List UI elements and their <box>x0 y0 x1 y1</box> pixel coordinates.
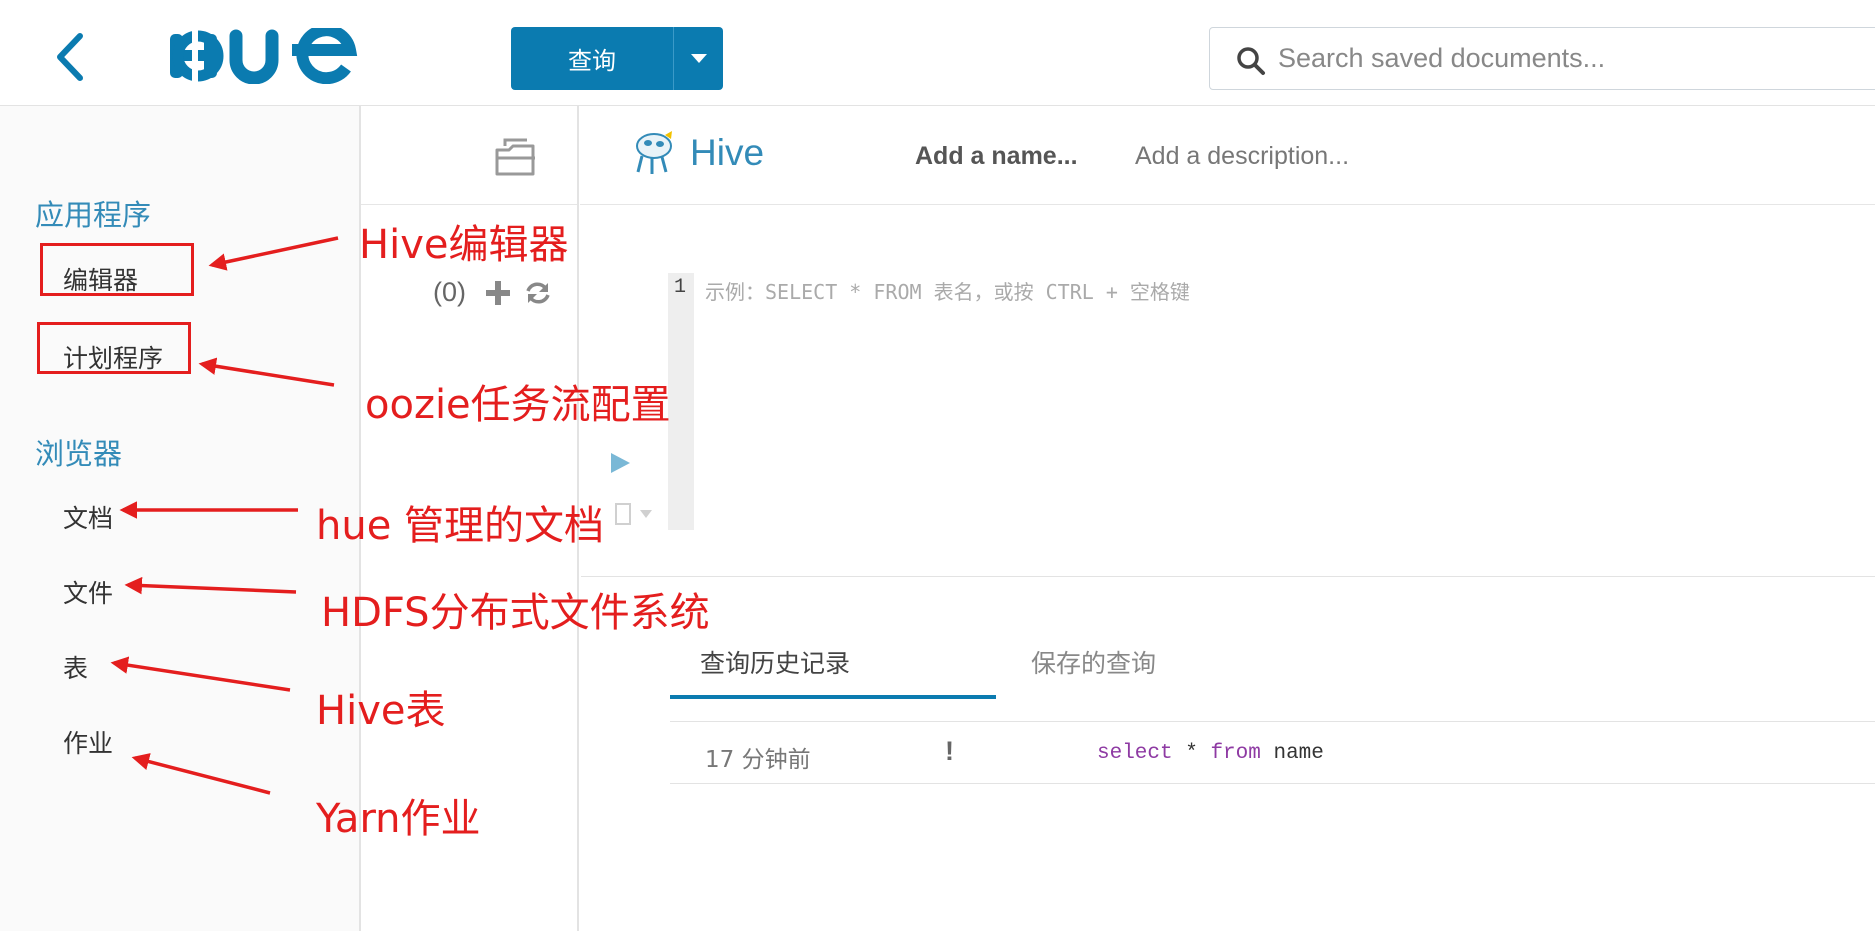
line-number: 1 <box>674 276 687 299</box>
query-caret[interactable] <box>674 27 723 90</box>
play-icon[interactable] <box>608 451 632 475</box>
history-query[interactable]: select * from name <box>1097 742 1324 765</box>
query-dropdown-button[interactable]: 查询 <box>511 27 723 90</box>
editor-divider <box>581 576 1875 577</box>
back-chevron-icon[interactable] <box>50 30 90 84</box>
plus-icon[interactable] <box>485 280 511 306</box>
search-box[interactable] <box>1209 27 1875 90</box>
history-status-icon: ! <box>945 736 954 766</box>
sql-keyword-from: from <box>1210 742 1261 765</box>
tab-query-history[interactable]: 查询历史记录 <box>700 644 850 680</box>
history-time: 17 分钟前 <box>705 747 811 773</box>
sidebar-item-files[interactable]: 文件 <box>63 574 113 610</box>
annotation-oozie: oozie任务流配置 <box>365 382 671 428</box>
apps-section-title: 应用程序 <box>35 198 152 232</box>
highlight-box-editor <box>40 243 194 296</box>
editor-header: Hive Add a name... Add a description... <box>580 106 1875 205</box>
sidebar-item-tables[interactable]: 表 <box>63 649 88 685</box>
sql-star: * <box>1172 742 1211 765</box>
editor-gutter <box>668 273 694 530</box>
editor-type-title: Hive <box>690 132 765 173</box>
sidebar-item-jobs[interactable]: 作业 <box>63 724 113 760</box>
sidebar: 应用程序 编辑器 计划程序 浏览器 文档 文件 表 作业 <box>0 106 361 931</box>
assist-panel-header <box>361 106 577 205</box>
annotation-documents: hue 管理的文档 <box>316 503 605 549</box>
sql-keyword-select: select <box>1097 742 1173 765</box>
annotation-hive-table: Hive表 <box>316 688 446 734</box>
settings-toggle-icon[interactable] <box>612 500 656 530</box>
query-count: (0) <box>433 277 466 307</box>
search-icon <box>1237 47 1265 75</box>
search-input[interactable] <box>1278 28 1838 89</box>
query-editor[interactable]: 示例：SELECT * FROM 表名，或按 CTRL + 空格键 <box>705 276 1190 305</box>
add-name-field[interactable]: Add a name... <box>915 142 1078 171</box>
annotation-hdfs: HDFS分布式文件系统 <box>321 590 710 636</box>
add-description-field[interactable]: Add a description... <box>1135 142 1349 171</box>
hue-logo[interactable] <box>168 28 363 84</box>
active-tab-underline <box>670 695 996 699</box>
hive-logo-icon <box>636 131 672 174</box>
folder-icon[interactable] <box>493 136 539 180</box>
caret-down-icon[interactable] <box>690 53 707 64</box>
annotation-yarn: Yarn作业 <box>316 796 481 842</box>
tab-saved-queries[interactable]: 保存的查询 <box>1031 644 1156 680</box>
sql-table: name <box>1260 742 1324 765</box>
refresh-icon[interactable] <box>524 279 552 307</box>
top-bar: 查询 <box>0 0 1875 106</box>
browsers-section-title: 浏览器 <box>35 437 123 471</box>
query-button-label[interactable]: 查询 <box>511 27 674 90</box>
annotation-hive-editor: Hive编辑器 <box>359 222 569 268</box>
highlight-box-scheduler <box>37 322 191 374</box>
history-row[interactable]: 17 分钟前 ! select * from name <box>670 722 1875 784</box>
sidebar-item-documents[interactable]: 文档 <box>63 499 113 535</box>
